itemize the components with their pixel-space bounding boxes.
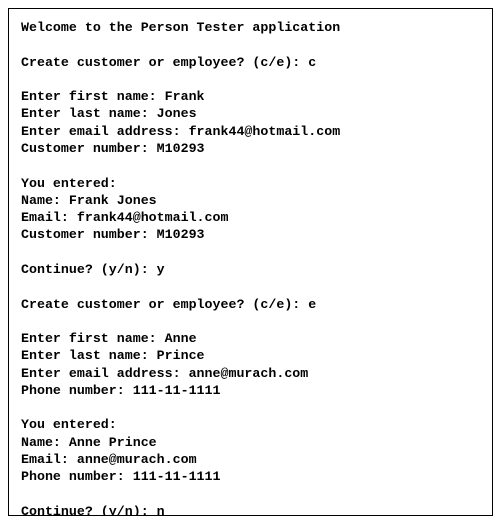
- email-out-line: Email: frank44@hotmail.com: [21, 210, 228, 225]
- first-name-line: Enter first name: Anne: [21, 331, 197, 346]
- email-line: Enter email address: frank44@hotmail.com: [21, 124, 340, 139]
- last-name-line: Enter last name: Jones: [21, 106, 197, 121]
- prompt-type-line: Create customer or employee? (c/e): e: [21, 297, 316, 312]
- email-out-line: Email: anne@murach.com: [21, 452, 197, 467]
- entered-header-line: You entered:: [21, 176, 117, 191]
- entered-header-line: You entered:: [21, 417, 117, 432]
- name-out-line: Name: Anne Prince: [21, 435, 157, 450]
- continue-line: Continue? (y/n): n: [21, 504, 165, 516]
- console-output: Welcome to the Person Tester application…: [8, 8, 493, 516]
- name-out-line: Name: Frank Jones: [21, 193, 157, 208]
- welcome-line: Welcome to the Person Tester application: [21, 20, 340, 35]
- email-line: Enter email address: anne@murach.com: [21, 366, 308, 381]
- prompt-type-line: Create customer or employee? (c/e): c: [21, 55, 316, 70]
- extra-field-line: Phone number: 111-11-1111: [21, 383, 221, 398]
- continue-line: Continue? (y/n): y: [21, 262, 165, 277]
- first-name-line: Enter first name: Frank: [21, 89, 205, 104]
- extra-out-line: Phone number: 111-11-1111: [21, 469, 221, 484]
- extra-out-line: Customer number: M10293: [21, 227, 205, 242]
- extra-field-line: Customer number: M10293: [21, 141, 205, 156]
- last-name-line: Enter last name: Prince: [21, 348, 205, 363]
